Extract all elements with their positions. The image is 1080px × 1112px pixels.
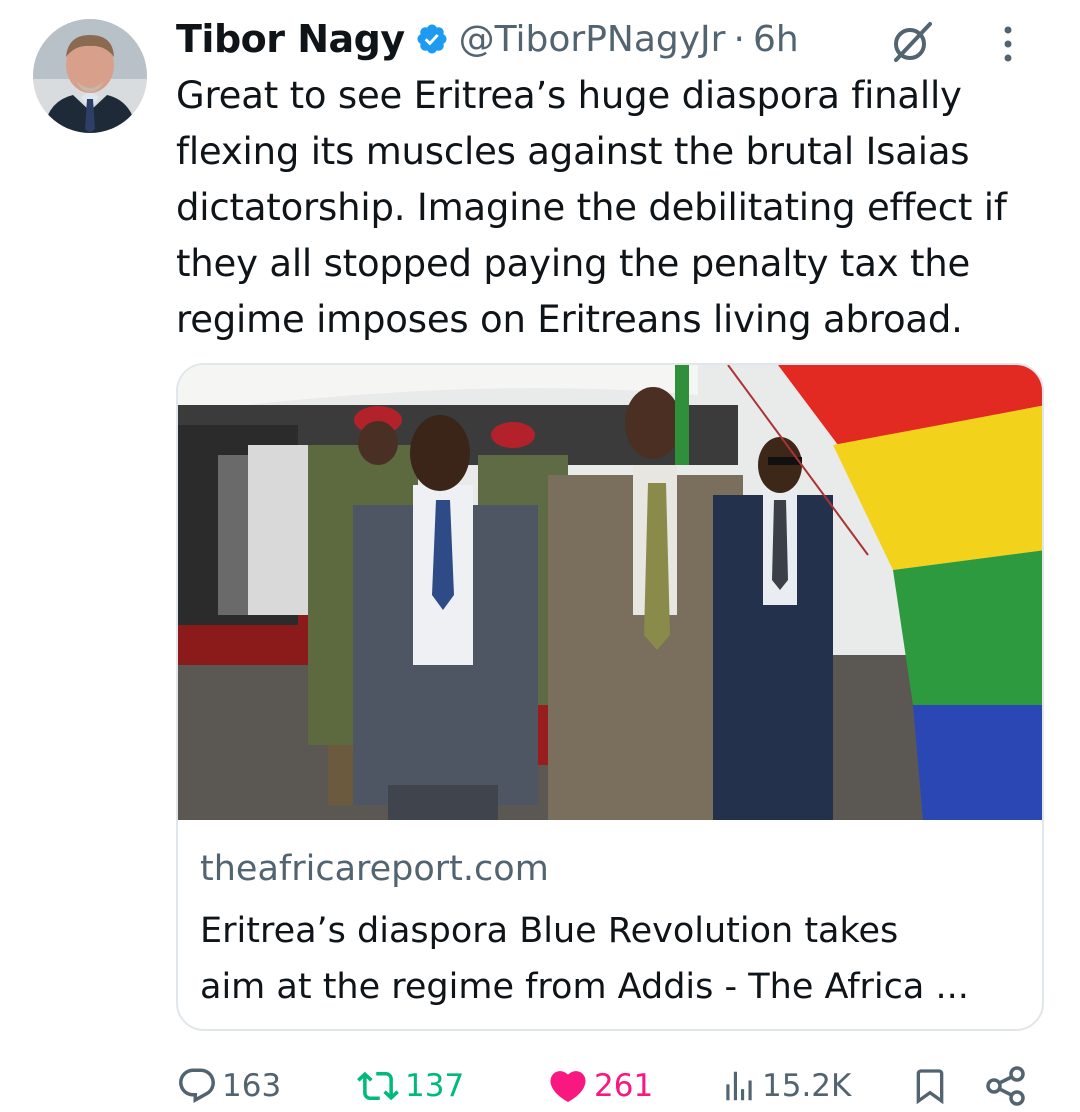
retweet-icon [357, 1071, 399, 1101]
views-count: 15.2K [762, 1068, 852, 1104]
author-name[interactable]: Tibor Nagy [176, 17, 405, 61]
share-icon [986, 1066, 1025, 1106]
reply-count: 163 [222, 1068, 282, 1104]
tweet-text-line: flexing its muscles against the brutal I… [176, 130, 970, 173]
bookmark-icon [916, 1069, 944, 1105]
tweet-header: Tibor Nagy @TiborPNagyJr · 6h [176, 14, 1060, 64]
like-icon [550, 1071, 586, 1103]
header-separator: · [733, 18, 745, 60]
tweet-timestamp[interactable]: 6h [753, 19, 799, 60]
avatar-image [33, 19, 147, 133]
tweet-text-line: Great to see Eritrea’s huge diaspora fin… [176, 74, 962, 117]
link-preview-card[interactable]: theafricareport.com Eritrea’s diaspora B… [176, 363, 1044, 1031]
card-title-line: Eritrea’s diaspora Blue Revolution takes [200, 911, 899, 951]
like-button[interactable]: 261 [546, 1064, 653, 1108]
card-title: Eritrea’s diaspora Blue Revolution takes… [200, 903, 1030, 1015]
verified-badge-icon [417, 24, 447, 54]
tweet-text-line: dictatorship. Imagine the debilitating e… [176, 186, 1007, 229]
bookmark-button[interactable] [910, 1064, 950, 1108]
views-icon [726, 1071, 752, 1101]
share-button[interactable] [984, 1064, 1028, 1108]
tweet-text-line: regime imposes on Eritreans living abroa… [176, 298, 963, 341]
like-count: 261 [594, 1068, 654, 1104]
reply-icon [179, 1068, 215, 1103]
retweet-count: 137 [405, 1068, 465, 1104]
tweet-text: Great to see Eritrea’s huge diaspora fin… [176, 68, 1056, 348]
grok-icon[interactable] [888, 16, 938, 66]
card-title-line: aim at the regime from Addis - The Afric… [200, 967, 969, 1007]
reply-button[interactable]: 163 [176, 1064, 281, 1108]
views-button[interactable]: 15.2K [720, 1064, 851, 1108]
card-domain: theafricareport.com [200, 849, 549, 889]
author-handle[interactable]: @TiborPNagyJr [459, 19, 726, 60]
card-image [178, 365, 1042, 820]
tweet-text-line: they all stopped paying the penalty tax … [176, 242, 971, 285]
avatar[interactable] [33, 19, 147, 133]
retweet-button[interactable]: 137 [355, 1064, 464, 1108]
action-bar: 163 137 261 15.2K [0, 1060, 1080, 1112]
more-icon[interactable] [996, 20, 1020, 68]
